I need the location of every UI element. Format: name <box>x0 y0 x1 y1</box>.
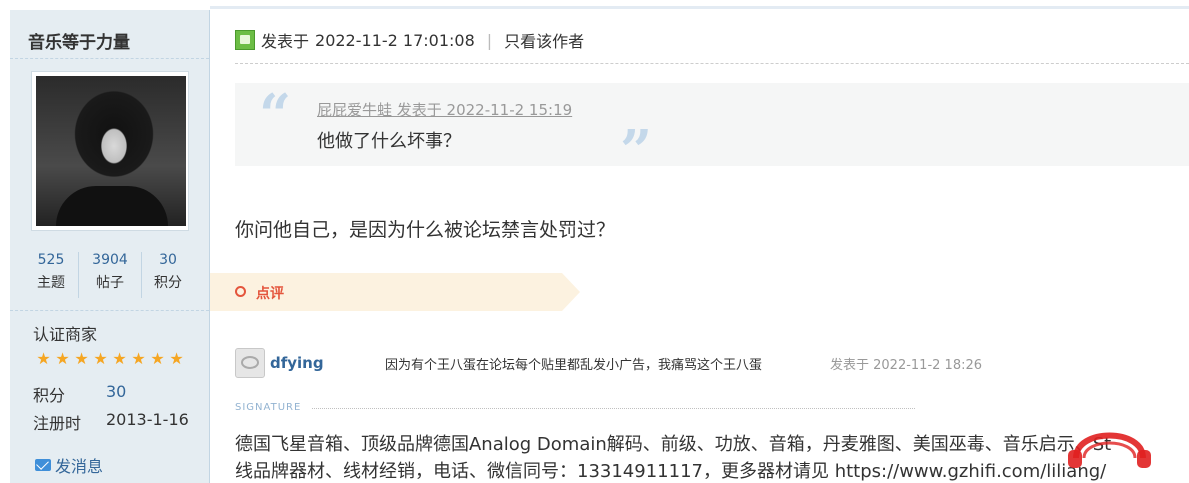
quote-block: “ 屁屁爱牛蛙 发表于 2022-11-2 15:19 他做了什么坏事？ ” <box>235 82 1189 181</box>
star-icon: ★ <box>131 349 146 368</box>
comment-avatar[interactable] <box>235 348 265 378</box>
star-icon: ★ <box>93 349 108 368</box>
comment-section-tab: 点评 <box>210 273 580 311</box>
stat-label: 主题 <box>37 275 65 291</box>
comment-tab-label: 点评 <box>256 286 284 302</box>
register-label: 注册时 <box>33 414 82 433</box>
posted-prefix: 发表于 <box>261 32 310 51</box>
stat-label: 积分 <box>154 275 182 291</box>
headphones-logo-icon <box>1068 432 1151 468</box>
user-group[interactable]: 认证商家 <box>33 321 97 345</box>
avatar-image <box>36 76 186 226</box>
separator: | <box>486 30 493 50</box>
comment-text: 因为有个王八蛋在论坛每个贴里都乱发小广告，我痛骂这个王八蛋 <box>385 358 763 373</box>
quote-close-icon: ” <box>620 118 653 184</box>
only-author-link[interactable]: 只看该作者 <box>504 28 584 52</box>
divider <box>235 63 1189 65</box>
star-icon: ★ <box>36 349 51 368</box>
signature-label: SIGNATURE <box>235 402 302 413</box>
signature-divider <box>312 408 915 410</box>
star-icon: ★ <box>55 349 70 368</box>
stat-topics[interactable]: 525 主题 <box>20 252 82 292</box>
post-body: 你问他自己，是因为什么被论坛禁言处罚过？ <box>235 219 616 241</box>
stat-label: 帖子 <box>96 275 124 291</box>
online-status-icon <box>235 30 255 50</box>
register-row: 注册时 2013-1-16 <box>33 410 189 434</box>
stat-posts[interactable]: 3904 帖子 <box>78 252 142 298</box>
signature-line-2: 线品牌器材、线材经销，电话、微信同号：13314911117，更多器材请见 ht… <box>235 461 1107 482</box>
points-row: 积分 30 <box>33 382 126 406</box>
points-value[interactable]: 30 <box>106 382 126 401</box>
author-stats: 525 主题 3904 帖子 30 积分 <box>10 252 209 302</box>
avatar[interactable] <box>31 71 189 231</box>
posted-time: 2022-11-2 17:01:08 <box>315 30 475 50</box>
post-header: 发表于 2022-11-2 17:01:08 | 只看该作者 <box>235 28 584 52</box>
comment-time: 发表于 2022-11-2 18:26 <box>830 358 983 373</box>
comment-icon <box>235 286 246 297</box>
divider <box>10 58 209 60</box>
points-label: 积分 <box>33 386 66 405</box>
quote-meta-link[interactable]: 屁屁爱牛蛙 发表于 2022-11-2 15:19 <box>317 99 572 120</box>
stat-value[interactable]: 3904 <box>79 252 141 268</box>
rank-stars: ★ ★ ★ ★ ★ ★ ★ ★ <box>35 350 185 368</box>
divider <box>10 310 209 312</box>
register-value: 2013-1-16 <box>106 410 189 429</box>
comment-user-link[interactable]: dfying <box>270 354 324 372</box>
mail-icon <box>35 459 51 471</box>
send-message-label: 发消息 <box>55 457 104 476</box>
star-icon: ★ <box>112 349 127 368</box>
top-strip <box>0 0 1189 10</box>
author-sidebar: 音乐等于力量 525 主题 3904 帖子 30 积分 认证商家 ★ ★ ★ ★ ★ ★ ★… <box>10 10 210 483</box>
quote-text: 他做了什么坏事？ <box>317 131 461 152</box>
stat-value[interactable]: 30 <box>137 252 199 268</box>
star-icon: ★ <box>150 349 165 368</box>
signature-line-1: 德国飞星音箱、顶级品牌德国Analog Domain解码、前级、功放、音箱，丹麦… <box>235 434 1112 455</box>
star-icon: ★ <box>169 349 184 368</box>
quote-open-icon: “ <box>259 82 292 148</box>
star-icon: ★ <box>74 349 89 368</box>
stat-value[interactable]: 525 <box>20 252 82 268</box>
stat-points[interactable]: 30 积分 <box>137 252 199 292</box>
author-name[interactable]: 音乐等于力量 <box>28 28 130 53</box>
send-message-link[interactable]: 发消息 <box>35 453 103 477</box>
